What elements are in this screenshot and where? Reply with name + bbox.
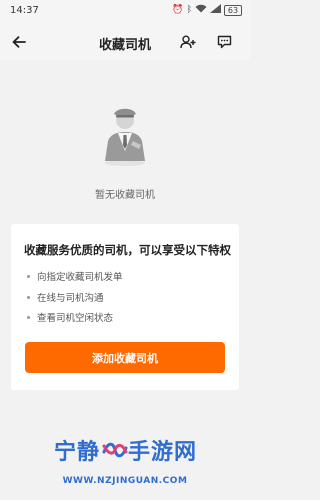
- empty-state-message: 暂无收藏司机: [95, 190, 155, 201]
- bullet-dot: [27, 295, 30, 299]
- add-driver-button[interactable]: [176, 30, 200, 54]
- benefit-label: 查看司机空闲状态: [37, 313, 114, 324]
- add-user-icon: [180, 35, 196, 49]
- card-title: 收藏服务优质的司机，可以享受以下特权: [24, 243, 231, 257]
- benefits-card: 收藏服务优质的司机，可以享受以下特权 向指定收藏司机发单 在线与司机沟通 查看司…: [11, 224, 239, 390]
- bullet-dot: [27, 315, 30, 319]
- wifi-icon: [195, 4, 207, 16]
- benefit-label: 向指定收藏司机发单: [37, 272, 123, 283]
- status-time: 14:37: [10, 5, 39, 16]
- alarm-icon: ⏰: [172, 5, 184, 15]
- message-button[interactable]: [212, 30, 236, 54]
- benefit-item: 在线与司机沟通: [27, 290, 104, 304]
- battery-icon: 63: [224, 4, 242, 16]
- signal-icon: [210, 4, 221, 16]
- benefit-item: 向指定收藏司机发单: [27, 269, 123, 283]
- watermark-logo-icon: [102, 442, 128, 458]
- nav-bar: 收藏司机: [0, 24, 250, 60]
- watermark-text-right: 手游网: [128, 440, 198, 465]
- status-bar: 14:37 ⏰ ᛒ 63: [0, 0, 250, 24]
- watermark-url: WWW.NZJINGUAN.COM: [62, 476, 188, 486]
- add-favorite-driver-button[interactable]: 添加收藏司机: [25, 342, 225, 373]
- empty-driver-illustration: [105, 108, 145, 166]
- status-icons: ⏰ ᛒ 63: [172, 4, 242, 16]
- bluetooth-icon: ᛒ: [186, 5, 192, 15]
- chat-bubble-icon: [217, 35, 231, 49]
- benefit-label: 在线与司机沟通: [37, 293, 104, 304]
- watermark-text-left: 宁静: [54, 440, 101, 465]
- bullet-dot: [27, 274, 30, 278]
- benefit-item: 查看司机空闲状态: [27, 310, 113, 324]
- site-watermark: 宁静 手游网 WWW.NZJINGUAN.COM: [0, 426, 250, 500]
